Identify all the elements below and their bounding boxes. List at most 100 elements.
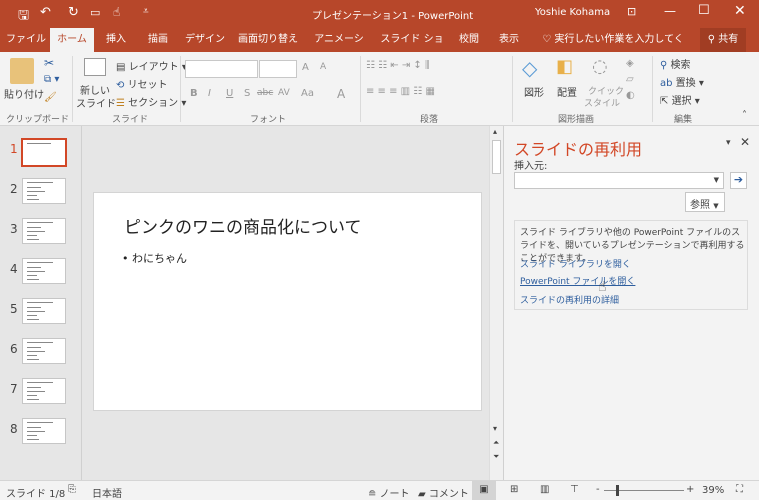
slide-thumbnail[interactable] (21, 138, 67, 167)
share-button[interactable]: ⚲ 共有 (700, 28, 746, 52)
scroll-up-icon[interactable]: ▴ (493, 127, 497, 136)
section-button[interactable]: ☰ セクション ▾ (116, 94, 186, 109)
font-name-select[interactable] (185, 60, 258, 78)
tab-draw[interactable]: 描画 (140, 28, 176, 52)
slide-thumbnail[interactable] (22, 258, 66, 284)
tab-review[interactable]: 校閲 (454, 28, 484, 52)
thumbnail-number: 5 (10, 302, 18, 316)
tab-transitions[interactable]: 画面切り替え (236, 28, 300, 52)
tab-file[interactable]: ファイル (4, 28, 48, 52)
ribbon-display-icon[interactable]: ⊡ (627, 5, 636, 18)
minimize-icon[interactable]: — (664, 4, 676, 18)
open-library-link[interactable]: スライド ライブラリを開く (520, 257, 631, 270)
replace-button[interactable]: ab 置換 ▾ (660, 74, 704, 89)
tab-view[interactable]: 表示 (494, 28, 524, 52)
save-icon[interactable]: 🖫 (18, 6, 29, 28)
new-slide-icon[interactable] (84, 58, 106, 76)
zoom-in-button[interactable]: + (686, 484, 694, 495)
close-icon[interactable]: ✕ (734, 3, 746, 19)
undo-icon[interactable]: ↶ (40, 5, 51, 20)
reading-view-icon[interactable]: ▥ (540, 484, 549, 495)
bullets-icon[interactable]: ☷ ☷ ⇤ ⇥ ↕ ⫼ (366, 60, 430, 71)
arrange-icon[interactable]: ◧ (556, 56, 573, 77)
slide-thumbnail[interactable] (22, 418, 66, 444)
font-color-button[interactable]: A (337, 87, 345, 101)
paste-icon[interactable] (10, 58, 34, 84)
shadow-button[interactable]: S (244, 88, 250, 99)
tab-design[interactable]: デザイン (182, 28, 228, 52)
tell-me-box[interactable]: ♡ 実行したい作業を入力してください (538, 28, 688, 69)
slide-thumbnail-pane[interactable]: 1 2 3 4 5 6 7 8 (0, 126, 82, 480)
thumbnail-text-line (27, 302, 53, 303)
slideshow-icon[interactable]: ⊤ (570, 484, 579, 495)
redo-icon[interactable]: ↻ (68, 5, 79, 20)
slide-bullet[interactable]: • わにちゃん (122, 250, 187, 266)
italic-button[interactable]: I (208, 88, 211, 99)
fit-to-window-icon[interactable]: ⛶ (736, 484, 743, 495)
quick-styles-icon[interactable]: ◌ (592, 56, 608, 77)
zoom-level[interactable]: 39% (702, 485, 724, 496)
layout-button[interactable]: ▤ レイアウト ▾ (116, 58, 187, 73)
insert-from-input[interactable]: ▼ (514, 172, 724, 189)
current-slide[interactable]: ピンクのワニの商品化について • わにちゃん (93, 192, 482, 411)
slide-thumbnail[interactable] (22, 298, 66, 324)
align-icon[interactable]: ≡ ≡ ≡ ▥ ☷ ▦ (366, 86, 435, 97)
tab-animations[interactable]: アニメーション (310, 28, 368, 69)
arrange-button[interactable]: 配置 (557, 84, 577, 99)
select-button[interactable]: ⇱ 選択 ▾ (660, 92, 700, 107)
slide-thumbnail[interactable] (22, 178, 66, 204)
tab-insert[interactable]: 挿入 (98, 28, 134, 52)
slide-thumbnail[interactable] (22, 338, 66, 364)
open-file-link[interactable]: PowerPoint ファイルを開く (520, 274, 635, 287)
slide-thumbnail[interactable] (22, 378, 66, 404)
zoom-slider-thumb[interactable] (615, 485, 619, 496)
thumbnail-text-line (27, 279, 39, 280)
slide-title[interactable]: ピンクのワニの商品化について (124, 213, 362, 238)
tab-slideshow[interactable]: スライド ショー (380, 28, 444, 69)
next-slide-icon[interactable]: ⏷ (493, 452, 499, 462)
touch-mode-icon[interactable]: ☝ (113, 5, 120, 19)
scrollbar-thumb[interactable] (492, 140, 501, 174)
chevron-down-icon[interactable]: ▼ (714, 176, 719, 184)
grow-font-button[interactable]: A (302, 62, 309, 73)
zoom-out-button[interactable]: - (596, 484, 600, 495)
thumbnail-number: 8 (10, 422, 18, 436)
language-indicator[interactable]: 日本語 (92, 485, 122, 500)
cut-icon[interactable]: ✂ (44, 56, 54, 70)
notes-button[interactable]: ≘ ノート (368, 485, 410, 500)
bold-button[interactable]: B (190, 88, 198, 99)
font-size-select[interactable] (259, 60, 297, 78)
scroll-down-icon[interactable]: ▾ (493, 424, 497, 433)
slide-thumbnail[interactable] (22, 218, 66, 244)
browse-button[interactable]: 参照 ▼ (685, 192, 725, 212)
previous-slide-icon[interactable]: ⏶ (493, 438, 499, 448)
paste-button[interactable]: 貼り付け (4, 86, 44, 101)
pane-close-icon[interactable]: ✕ (740, 135, 750, 149)
present-icon[interactable]: ▭ (90, 6, 100, 19)
vertical-scrollbar[interactable]: ▴ ▾ ⏶ ⏷ (489, 126, 503, 480)
spell-check-icon[interactable]: ⎘ (68, 484, 76, 495)
user-name[interactable]: Yoshie Kohama (535, 7, 610, 18)
maximize-icon[interactable]: ☐ (698, 3, 710, 18)
change-case-button[interactable]: Aa (301, 88, 314, 99)
format-painter-icon[interactable]: 🖌 (44, 92, 57, 103)
shapes-button[interactable]: 図形 (524, 84, 544, 99)
normal-view-icon[interactable]: ▣ (472, 481, 496, 500)
thumbnail-text-line (27, 235, 37, 236)
slide-sorter-icon[interactable]: ⊞ (510, 484, 518, 495)
copy-icon[interactable]: ⧉ ▾ (44, 74, 59, 85)
find-button[interactable]: ⚲ 検索 (660, 56, 691, 71)
tab-home[interactable]: ホーム (50, 28, 94, 52)
shrink-font-button[interactable]: A (320, 62, 326, 72)
customize-icon[interactable]: ⩡ (143, 6, 149, 17)
underline-button[interactable]: U (226, 88, 233, 99)
strikethrough-button[interactable]: abc (257, 88, 273, 98)
char-spacing-button[interactable]: AV (278, 88, 290, 98)
go-arrow-button[interactable]: ➔ (730, 172, 747, 189)
shape-fill-outline-effects-icon[interactable]: ◈ ▱ ◐ (626, 56, 635, 104)
shapes-icon[interactable]: ◇ (522, 56, 537, 80)
reset-button[interactable]: ⟲ リセット (116, 76, 168, 91)
collapse-ribbon-icon[interactable]: ˄ (742, 110, 747, 121)
pane-options-icon[interactable]: ▾ (726, 138, 731, 148)
comments-button[interactable]: ▰ コメント (418, 485, 469, 500)
